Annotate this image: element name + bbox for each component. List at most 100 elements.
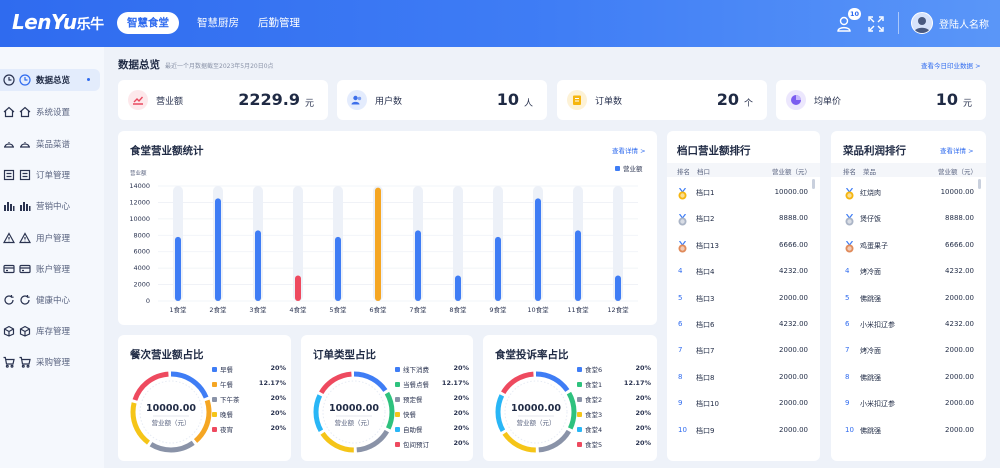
legend-item[interactable]: 食堂1 12.17% (577, 379, 651, 389)
list-item[interactable]: 9 小米扣辽参 2000.00 (831, 397, 986, 411)
kpi-value: 20 (716, 90, 739, 109)
list-item[interactable]: 8 档口8 2000.00 (667, 371, 820, 385)
list-item[interactable]: 5 档口3 2000.00 (667, 292, 820, 306)
silver-medal-icon (844, 214, 855, 226)
legend-item[interactable]: 下午茶 20% (212, 394, 286, 404)
bar[interactable] (415, 230, 421, 301)
donut-center-value: 10000.00 (146, 403, 196, 414)
rank-item-name: 档口2 (696, 215, 715, 224)
legend-item[interactable]: 食堂5 20% (577, 439, 651, 449)
legend-item[interactable]: 线下消费 20% (395, 364, 469, 374)
list-icon (18, 168, 32, 182)
list-item[interactable]: 煲仔饭 8888.00 (831, 212, 986, 226)
sidebar-item-settings[interactable]: 系统设置 (0, 101, 100, 123)
list-item[interactable]: 7 档口7 2000.00 (667, 344, 820, 358)
header-divider (898, 12, 899, 34)
bar[interactable] (375, 187, 381, 301)
sidebar-item-accounts[interactable]: 账户管理 (0, 258, 100, 280)
list-item[interactable]: 4 档口4 4232.00 (667, 265, 820, 279)
legend-name: 当餐点餐 (403, 381, 429, 389)
legend-item[interactable]: 快餐 20% (395, 409, 469, 419)
bar[interactable] (495, 236, 501, 301)
list-item[interactable]: 8 佛跳强 2000.00 (831, 371, 986, 385)
avatar[interactable] (911, 12, 933, 34)
legend-name: 晚餐 (220, 411, 233, 419)
legend-item[interactable]: 食堂6 20% (577, 364, 651, 374)
kpi-card-avg-price[interactable]: 均单价 10 元 (776, 80, 986, 120)
sidebar-item-marketing[interactable]: 营销中心 (0, 195, 100, 217)
gold-medal-icon (844, 187, 855, 200)
sidebar-item-inventory[interactable]: 库存管理 (0, 320, 100, 342)
legend-name: 午餐 (220, 381, 233, 389)
scrollbar-thumb[interactable] (812, 179, 815, 189)
rank-item-name: 烤冷面 (860, 268, 881, 277)
tab-smart-kitchen[interactable]: 智慧厨房 (187, 12, 249, 34)
fullscreen-icon[interactable] (866, 14, 886, 34)
sidebar-item-dishes[interactable]: 菜品菜谱 (0, 133, 100, 155)
list-item[interactable]: 10 档口9 2000.00 (667, 424, 820, 438)
list-item[interactable]: 红烧肉 10000.00 (831, 186, 986, 200)
list-item[interactable]: 10 佛跳强 2000.00 (831, 424, 986, 438)
legend-name: 食堂3 (585, 411, 603, 419)
stall-rank-title: 档口营业额排行 (677, 145, 751, 157)
user-name[interactable]: 登陆人名称 (939, 16, 989, 31)
y-axis-label: 营业额 (130, 169, 147, 177)
legend-item[interactable]: 午餐 12.17% (212, 379, 286, 389)
legend-item[interactable]: 夜宵 20% (212, 424, 286, 434)
tab-logistics[interactable]: 后勤管理 (248, 12, 310, 34)
kpi-card-revenue[interactable]: 营业额 2229.9 元 (118, 80, 328, 120)
list-item[interactable]: 档口2 8888.00 (667, 212, 820, 226)
legend-item[interactable]: 自助餐 20% (395, 424, 469, 434)
bar[interactable] (535, 198, 541, 301)
revenue-chart-card: 食堂营业额统计 查看详情 > 营业额 营业额 0 2000 4000 6000 8000 1… (118, 131, 657, 325)
legend-value: 20% (453, 409, 469, 417)
list-item[interactable]: 档口1 10000.00 (667, 186, 820, 200)
list-item[interactable]: 6 小米扣辽参 4232.00 (831, 318, 986, 332)
legend-item[interactable]: 预定餐 20% (395, 394, 469, 404)
legend-item[interactable]: 食堂4 20% (577, 424, 651, 434)
legend-value: 20% (270, 364, 286, 372)
bar[interactable] (335, 236, 341, 301)
brand-logo[interactable]: LenYu乐牛 (12, 10, 104, 34)
list-item[interactable]: 5 佛跳强 2000.00 (831, 292, 986, 306)
list-item[interactable]: 9 档口10 2000.00 (667, 397, 820, 411)
scrollbar-thumb[interactable] (978, 179, 981, 189)
sidebar-item-overview[interactable]: 数据总览 (0, 69, 100, 91)
complaint-rate-donut-card: 食堂投诉率占比 10000.00 营业额（元） 食堂6 20% 食堂1 12.17% 食堂2 2… (483, 335, 657, 461)
bar[interactable] (175, 236, 181, 301)
dish-detail-link[interactable]: 查看详情 > (940, 145, 974, 155)
list-item[interactable]: 鸡蛋果子 6666.00 (831, 239, 986, 253)
legend-item[interactable]: 食堂3 20% (577, 409, 651, 419)
pie-icon (786, 90, 806, 110)
tab-smart-canteen[interactable]: 智慧食堂 (117, 12, 179, 34)
today-data-link[interactable]: 查看今日印业数据 > (921, 60, 981, 70)
bar[interactable] (575, 230, 581, 301)
legend-item[interactable]: 早餐 20% (212, 364, 286, 374)
legend-item[interactable]: 包间预订 20% (395, 439, 469, 449)
legend-value: 12.17% (258, 379, 286, 387)
sidebar-item-health[interactable]: 健康中心 (0, 289, 100, 311)
list-item[interactable]: 档口13 6666.00 (667, 239, 820, 253)
bar[interactable] (295, 275, 301, 301)
list-item[interactable]: 7 烤冷面 2000.00 (831, 344, 986, 358)
bar[interactable] (615, 275, 621, 301)
kpi-card-users[interactable]: 用户数 10 人 (337, 80, 547, 120)
legend-item[interactable]: 食堂2 20% (577, 394, 651, 404)
bar[interactable] (215, 198, 221, 301)
sidebar-item-users[interactable]: 用户管理 (0, 227, 100, 249)
list-item[interactable]: 4 烤冷面 4232.00 (831, 265, 986, 279)
x-tick-label: 11食堂 (567, 305, 589, 314)
rank-item-name: 档口7 (696, 347, 715, 356)
kpi-card-orders[interactable]: 订单数 20 个 (557, 80, 767, 120)
rank-item-name: 煲仔饭 (860, 215, 881, 224)
kpi-label: 订单数 (595, 97, 623, 107)
rank-item-name: 红烧肉 (860, 189, 881, 197)
legend-item[interactable]: 晚餐 20% (212, 409, 286, 419)
sidebar-item-orders[interactable]: 订单管理 (0, 164, 100, 186)
list-item[interactable]: 6 档口6 4232.00 (667, 318, 820, 332)
legend-item[interactable]: 当餐点餐 12.17% (395, 379, 469, 389)
sidebar-item-purchasing[interactable]: 采购管理 (0, 351, 100, 373)
clock-icon (18, 73, 32, 87)
bar[interactable] (255, 230, 261, 301)
bar[interactable] (455, 275, 461, 301)
